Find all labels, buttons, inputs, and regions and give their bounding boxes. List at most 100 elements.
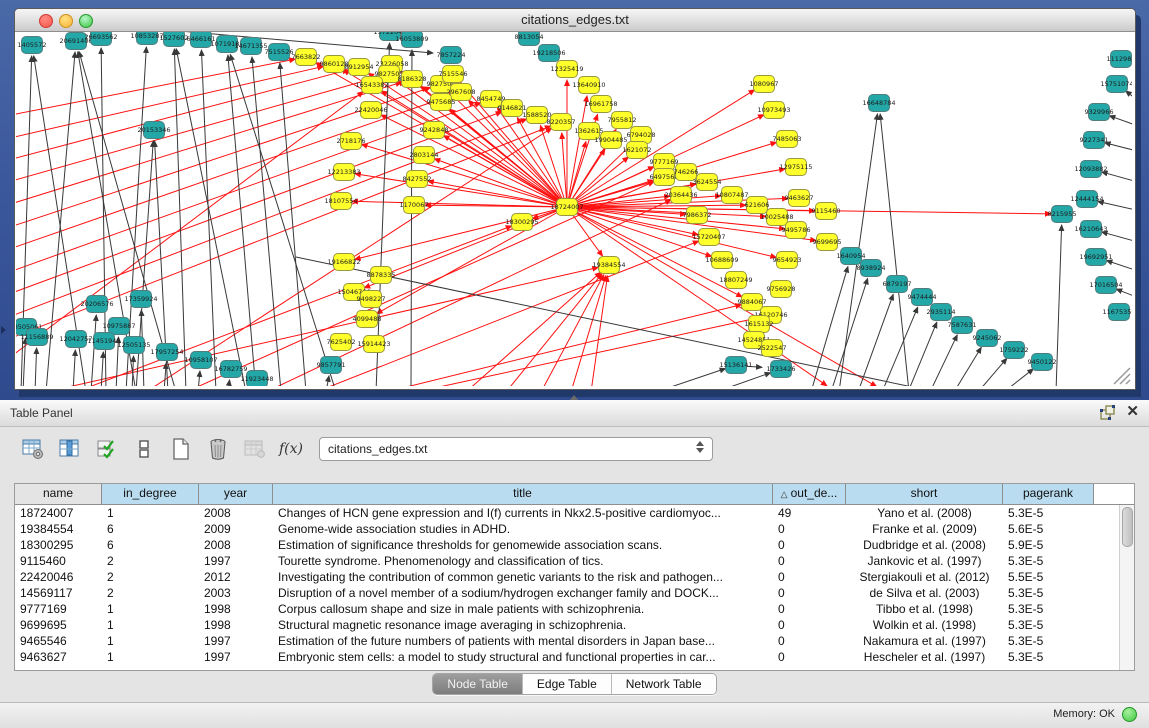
network-node[interactable]: 15720407 xyxy=(692,229,725,246)
network-node[interactable]: 16210643 xyxy=(1074,221,1107,238)
table-cell[interactable]: 2009 xyxy=(199,521,273,537)
network-node[interactable]: 1759222 xyxy=(1000,342,1029,359)
network-node[interactable]: 1405572 xyxy=(18,37,47,54)
network-node[interactable]: 621606 xyxy=(745,197,770,214)
table-scrollbar[interactable] xyxy=(1119,505,1134,670)
network-node[interactable]: 7515546 xyxy=(439,66,468,83)
table-row[interactable]: 1830029562008Estimation of significance … xyxy=(15,537,1134,553)
table-cell[interactable]: Estimation of the future numbers of pati… xyxy=(273,633,773,649)
table-cell[interactable]: 2 xyxy=(102,553,199,569)
table-row[interactable]: 1456911722003Disruption of a novel membe… xyxy=(15,585,1134,601)
network-node[interactable]: 20206576 xyxy=(80,296,113,313)
network-node[interactable]: 17359924 xyxy=(124,291,157,308)
network-node[interactable]: 18807249 xyxy=(719,272,752,289)
network-node[interactable]: 9495786 xyxy=(782,222,811,239)
network-node[interactable]: 12505135 xyxy=(117,337,150,354)
table-row[interactable]: 969969511998Structural magnetic resonanc… xyxy=(15,617,1134,633)
network-node[interactable]: 19218506 xyxy=(532,45,565,62)
network-node[interactable]: 7625402 xyxy=(327,334,356,351)
column-header-in_degree[interactable]: in_degree xyxy=(102,484,199,504)
table-cell[interactable]: 0 xyxy=(773,617,846,633)
network-node[interactable]: 17016504 xyxy=(1089,277,1122,294)
network-node[interactable]: 1080967 xyxy=(750,76,779,93)
table-cell[interactable]: Structural magnetic resonance image aver… xyxy=(273,617,773,633)
network-node[interactable]: 8813054 xyxy=(515,32,544,46)
table-cell[interactable]: 0 xyxy=(773,553,846,569)
table-cell[interactable]: 1 xyxy=(102,633,199,649)
network-node[interactable]: 9245062 xyxy=(973,330,1002,347)
table-cell[interactable]: Corpus callosum shape and size in male p… xyxy=(273,601,773,617)
network-node[interactable]: 6794028 xyxy=(627,127,656,144)
float-panel-icon[interactable] xyxy=(1100,404,1116,420)
tab-edge-table[interactable]: Edge Table xyxy=(523,674,612,694)
tab-network-table[interactable]: Network Table xyxy=(612,674,716,694)
network-canvas-svg[interactable]: 1872400776638229860128891295423226058982… xyxy=(16,32,1132,386)
table-cell[interactable]: 9465546 xyxy=(15,633,102,649)
table-cell[interactable]: 2003 xyxy=(199,585,273,601)
table-cell[interactable]: 5.3E-5 xyxy=(1003,505,1094,521)
function-builder-icon[interactable]: f(x) xyxy=(279,441,303,457)
network-node[interactable]: 19692951 xyxy=(1079,249,1112,266)
table-cell[interactable]: 5.3E-5 xyxy=(1003,601,1094,617)
table-cell[interactable]: 5.6E-5 xyxy=(1003,521,1094,537)
network-node[interactable]: 2718176 xyxy=(337,133,366,150)
table-cell[interactable]: 2008 xyxy=(199,505,273,521)
table-cell[interactable]: 0 xyxy=(773,537,846,553)
network-node[interactable]: 12325419 xyxy=(550,61,583,78)
network-node[interactable]: 1615132 xyxy=(745,316,774,333)
table-cell[interactable]: 0 xyxy=(773,585,846,601)
network-node[interactable]: 9756928 xyxy=(767,281,796,298)
network-node[interactable]: 7986372 xyxy=(683,207,712,224)
table-cell[interactable]: 22420046 xyxy=(15,569,102,585)
network-node[interactable]: 8912954 xyxy=(345,59,374,76)
network-node[interactable]: 18300295 xyxy=(505,214,538,231)
table-cell[interactable]: Nakamura et al. (1997) xyxy=(846,633,1003,649)
table-cell[interactable]: Hescheler et al. (1997) xyxy=(846,649,1003,665)
network-node[interactable]: 10688609 xyxy=(705,252,738,269)
table-cell[interactable]: Genome-wide association studies in ADHD. xyxy=(273,521,773,537)
table-cell[interactable]: 1997 xyxy=(199,633,273,649)
network-node[interactable]: 9475685 xyxy=(427,94,456,111)
network-node[interactable]: 4099488 xyxy=(353,311,382,328)
table-cell[interactable]: 1997 xyxy=(199,649,273,665)
table-cell[interactable]: Embryonic stem cells: a model to study s… xyxy=(273,649,773,665)
network-canvas[interactable]: 1872400776638229860128891295423226058982… xyxy=(16,32,1132,386)
network-node[interactable]: 17957254 xyxy=(150,344,183,361)
table-row[interactable]: 977716911998Corpus callosum shape and si… xyxy=(15,601,1134,617)
table-selector-dropdown[interactable]: citations_edges.txt xyxy=(319,437,713,461)
network-node[interactable]: 1112984 xyxy=(1107,51,1132,68)
network-node[interactable]: 7485063 xyxy=(773,131,802,148)
table-cell[interactable]: 1 xyxy=(102,649,199,665)
table-row[interactable]: 1938455462009Genome-wide association stu… xyxy=(15,521,1134,537)
network-node[interactable]: 2935114 xyxy=(927,304,956,321)
table-cell[interactable]: 2008 xyxy=(199,537,273,553)
table-row[interactable]: 946554611997Estimation of the future num… xyxy=(15,633,1134,649)
column-header-pagerank[interactable]: pagerank xyxy=(1003,484,1094,504)
network-node[interactable]: 7515526 xyxy=(265,44,294,61)
network-node[interactable]: 8215955 xyxy=(1048,206,1077,223)
table-scrollbar-thumb[interactable] xyxy=(1122,507,1133,547)
network-node[interactable]: 8878335 xyxy=(367,267,396,284)
network-node[interactable]: 9115460 xyxy=(812,203,841,220)
table-cell[interactable]: 9115460 xyxy=(15,553,102,569)
network-node[interactable]: 3624554 xyxy=(693,174,722,191)
close-panel-icon[interactable]: ✕ xyxy=(1126,404,1139,420)
table-cell[interactable]: 1 xyxy=(102,617,199,633)
network-node[interactable]: 7955812 xyxy=(608,112,637,129)
network-node[interactable]: 1733426 xyxy=(767,361,796,378)
table-cell[interactable]: 5.3E-5 xyxy=(1003,633,1094,649)
network-node[interactable]: 9498227 xyxy=(357,291,386,308)
column-header-name[interactable]: name xyxy=(15,484,102,504)
network-node[interactable]: 16648784 xyxy=(862,95,895,112)
table-cell[interactable]: Yano et al. (2008) xyxy=(846,505,1003,521)
network-node[interactable]: 2803144 xyxy=(410,147,439,164)
table-cell[interactable]: 6 xyxy=(102,537,199,553)
resize-grip-icon[interactable] xyxy=(1114,368,1130,384)
table-cell[interactable]: 1997 xyxy=(199,553,273,569)
delete-table-icon[interactable] xyxy=(203,435,233,463)
column-header-title[interactable]: title xyxy=(273,484,773,504)
table-cell[interactable]: 5.3E-5 xyxy=(1003,585,1094,601)
table-cell[interactable]: 14569117 xyxy=(15,585,102,601)
network-node[interactable]: 9463627 xyxy=(785,190,814,207)
panel-collapse-arrow[interactable] xyxy=(1,326,6,334)
